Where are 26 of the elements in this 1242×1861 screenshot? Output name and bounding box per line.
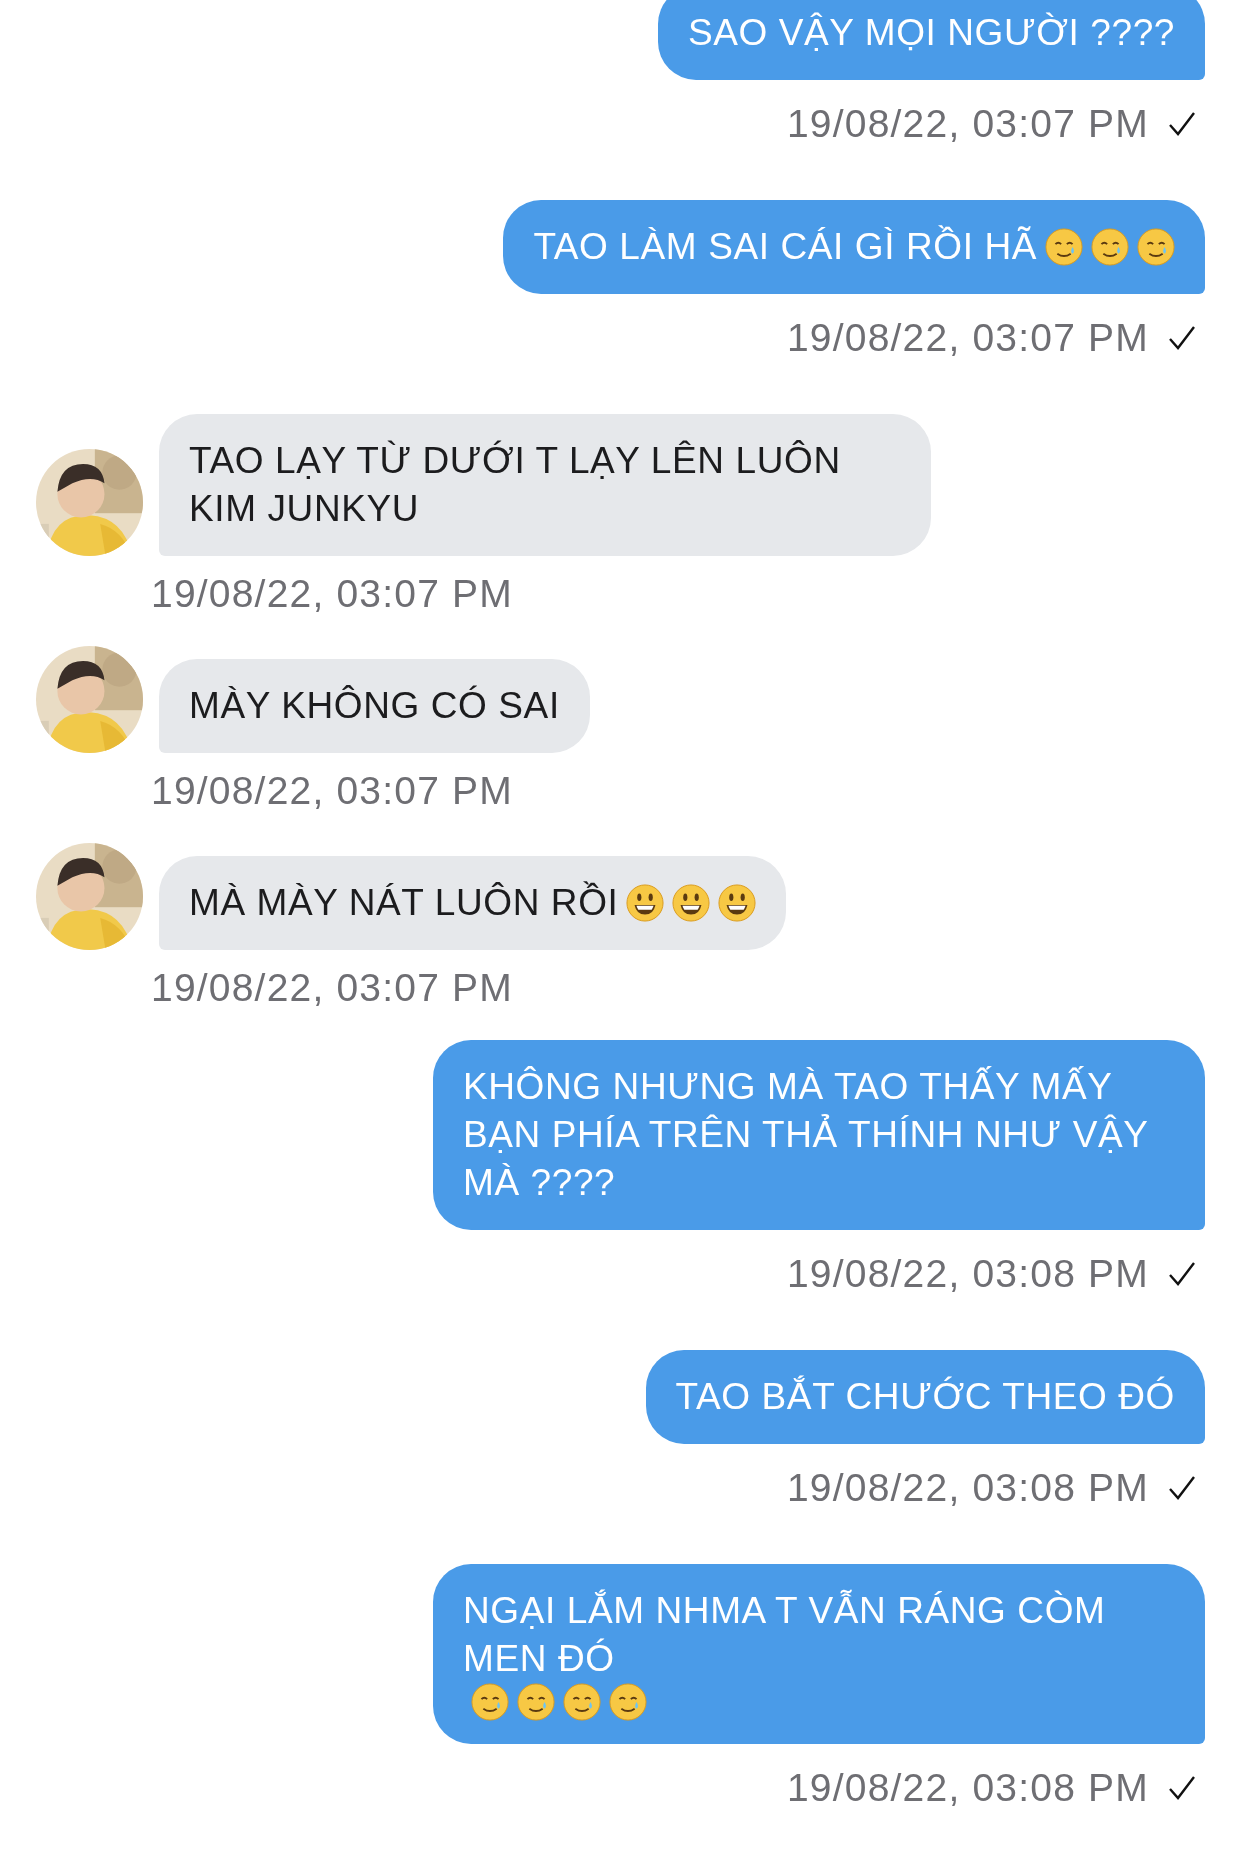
smiling-tear-emoji-icon: [1137, 228, 1175, 266]
grinning-emoji-icon: [672, 884, 711, 922]
smiling-tear-emoji-icon: [517, 1683, 555, 1721]
message-text: NGẠI LẮM NHMA T VẪN RÁNG CÒM MEN ĐÓ: [463, 1588, 1107, 1681]
grinning-emoji-icon: [626, 884, 665, 922]
grinning-emoji-icon: [718, 884, 757, 922]
timestamp: 19/08/22, 03:07 PM: [787, 316, 1149, 360]
message-text: TAO LÀM SAI CÁI GÌ RỒI HÃ: [533, 224, 1037, 269]
smiling-tear-emoji-icon: [471, 1683, 509, 1721]
smiling-tear-emoji-icon: [1091, 228, 1129, 266]
timestamp: 19/08/22, 03:07 PM: [151, 572, 513, 615]
timestamp: 19/08/22, 03:08 PM: [787, 1252, 1149, 1296]
message-text: MÀY KHÔNG CÓ SAI: [189, 684, 560, 728]
smiling-tear-emoji-icon: [609, 1683, 647, 1721]
timestamp: 19/08/22, 03:07 PM: [151, 769, 513, 812]
message-text: TAO BẮT CHƯỚC THEO ĐÓ: [675, 1374, 1175, 1419]
message-text: TAO LẠY TỪ DƯỚI T LẠY LÊN LUÔN KIM JUNKYU: [189, 439, 842, 531]
timestamp: 19/08/22, 03:08 PM: [787, 1766, 1149, 1810]
message-text: MÀ MÀY NÁT LUÔN RỒI: [189, 880, 619, 925]
timestamp: 19/08/22, 03:07 PM: [151, 966, 513, 1009]
smiling-tear-emoji-icon: [563, 1683, 601, 1721]
timestamp: 19/08/22, 03:07 PM: [787, 102, 1149, 146]
message-text: SAO VẬY MỌI NGƯỜI ????: [687, 11, 1175, 55]
message-text: KHÔNG NHƯNG MÀ TAO THẤY MẤY BẠN PHÍA TRÊN THẢ THÍNH NHƯ VẬY MÀ ????: [463, 1065, 1149, 1205]
timestamp: 19/08/22, 03:08 PM: [787, 1466, 1149, 1510]
smiling-tear-emoji-icon: [1045, 228, 1083, 266]
